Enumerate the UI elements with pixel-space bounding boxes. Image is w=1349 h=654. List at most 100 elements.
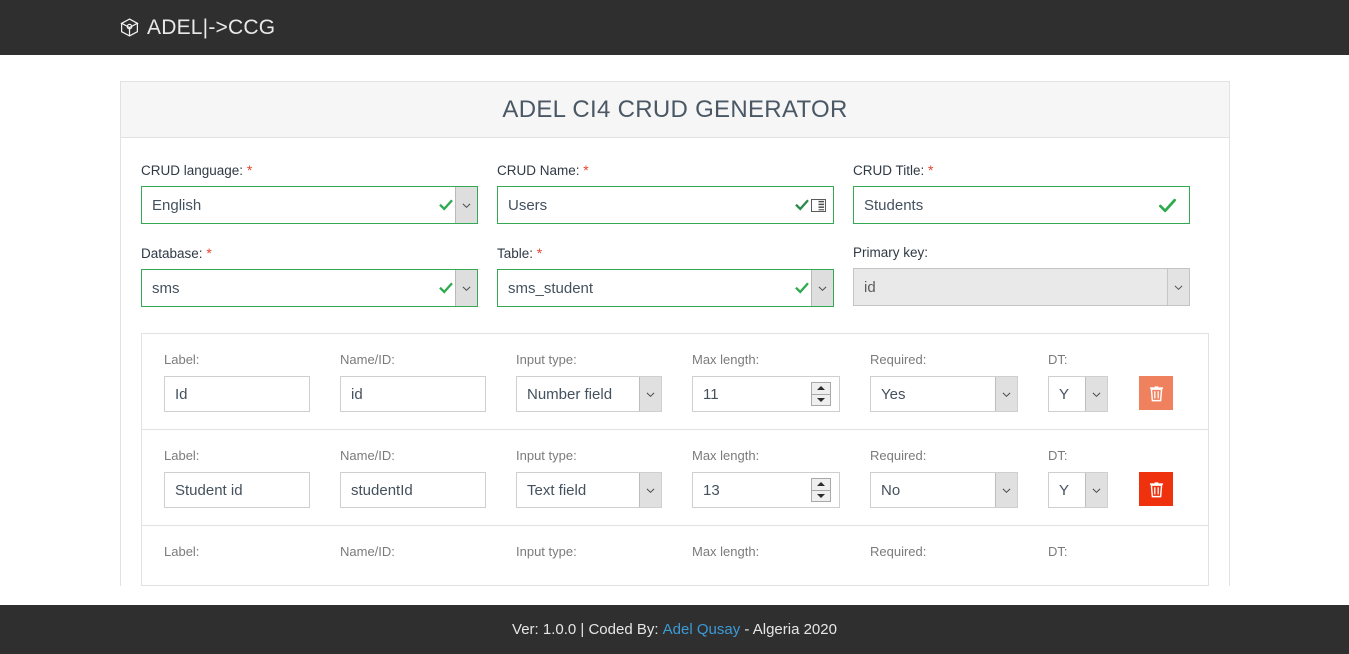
row-label-input[interactable]: Id <box>164 376 310 412</box>
required-marker: * <box>206 245 212 261</box>
col-header-required: Required: <box>870 544 927 559</box>
field-crud-title: CRUD Title: * Students <box>853 162 1209 224</box>
stepper-up-icon[interactable] <box>812 383 830 395</box>
row-nameid-value: studentId <box>351 481 413 499</box>
chevron-down-icon[interactable] <box>639 377 661 411</box>
row-maxlength-value: 11 <box>703 385 719 403</box>
row-maxlength-input[interactable]: 11 <box>692 376 840 412</box>
chevron-down-icon[interactable] <box>811 270 833 306</box>
chevron-down-icon[interactable] <box>455 270 477 306</box>
label-crud-name: CRUD Name: * <box>497 162 589 178</box>
stepper-up-icon[interactable] <box>812 479 830 491</box>
col-header-max-length: Max length: <box>692 352 760 367</box>
col-header-input-type: Input type: <box>516 448 577 463</box>
crud-name-input[interactable]: Users <box>497 186 834 224</box>
col-header-name-id: Name/ID: <box>340 352 395 367</box>
valid-check-icon <box>439 281 453 295</box>
footer-author-link[interactable]: Adel Qusay <box>663 621 741 638</box>
chevron-down-icon[interactable] <box>639 473 661 507</box>
field-definitions-list: Label: Id Name/ID: id Input type: Number… <box>141 333 1209 586</box>
field-inputtype-col: Input type: Number field <box>516 352 692 412</box>
field-required-col: Required: <box>870 544 1048 568</box>
row-label-value: Student id <box>175 481 243 499</box>
field-table: Table: * sms_student <box>497 245 853 307</box>
col-header-required: Required: <box>870 352 927 367</box>
card-header: ADEL CI4 CRUD GENERATOR <box>121 82 1229 138</box>
row-dt-select[interactable]: Y <box>1048 472 1108 508</box>
page-body: ADEL CI4 CRUD GENERATOR CRUD language: *… <box>0 55 1349 654</box>
database-select[interactable]: sms <box>141 269 478 307</box>
required-marker: * <box>928 162 934 178</box>
chevron-down-icon[interactable] <box>455 187 477 223</box>
field-delete-col <box>1139 376 1173 412</box>
col-header-input-type: Input type: <box>516 544 577 559</box>
chevron-down-icon[interactable] <box>995 473 1017 507</box>
row-inputtype-value: Text field <box>527 481 587 499</box>
row-nameid-input[interactable]: studentId <box>340 472 486 508</box>
col-header-label: Label: <box>164 544 200 559</box>
row-maxlength-value: 13 <box>703 481 720 499</box>
chevron-down-icon[interactable] <box>1085 377 1107 411</box>
brand-logo[interactable]: ADEL|->CCG <box>119 16 275 40</box>
col-header-dt: DT: <box>1048 352 1068 367</box>
row-inputtype-select[interactable]: Number field <box>516 376 662 412</box>
row-nameid-input[interactable]: id <box>340 376 486 412</box>
stepper-down-icon[interactable] <box>812 491 830 502</box>
row-required-select[interactable]: Yes <box>870 376 1018 412</box>
required-marker: * <box>246 162 253 178</box>
chevron-down-icon <box>1167 269 1189 305</box>
field-label-col: Label: <box>164 544 340 568</box>
label-crud-title: CRUD Title: * <box>853 162 934 178</box>
field-database: Database: * sms <box>141 245 497 307</box>
crud-title-input[interactable]: Students <box>853 186 1190 224</box>
field-label-col: Label: Student id <box>164 448 340 508</box>
chevron-down-icon[interactable] <box>995 377 1017 411</box>
autofill-list-icon[interactable] <box>811 198 826 212</box>
col-header-max-length: Max length: <box>692 544 760 559</box>
required-marker: * <box>583 162 589 178</box>
field-dt-col: DT: Y <box>1048 352 1122 412</box>
table-row: Label: Id Name/ID: id Input type: Number… <box>141 333 1209 429</box>
delete-row-button[interactable] <box>1139 376 1173 410</box>
row-dt-select[interactable]: Y <box>1048 376 1108 412</box>
valid-check-icon <box>795 281 809 295</box>
field-nameid-col: Name/ID: id <box>340 352 516 412</box>
quantity-stepper[interactable] <box>811 478 831 502</box>
cube-icon <box>119 17 140 38</box>
chevron-down-icon[interactable] <box>1085 473 1107 507</box>
row-required-select[interactable]: No <box>870 472 1018 508</box>
label-table: Table: * <box>497 245 543 261</box>
card-body: CRUD language: * English CRUD Name: * Us… <box>121 138 1229 586</box>
row-required-value: No <box>881 481 901 499</box>
field-nameid-col: Name/ID: studentId <box>340 448 516 508</box>
table-value: sms_student <box>508 279 594 297</box>
field-required-col: Required: No <box>870 448 1048 508</box>
table-row: Label: Student id Name/ID: studentId Inp… <box>141 429 1209 525</box>
stepper-down-icon[interactable] <box>812 395 830 406</box>
brand-text: ADEL|->CCG <box>147 15 276 39</box>
row-nameid-value: id <box>351 385 363 403</box>
row-inputtype-select[interactable]: Text field <box>516 472 662 508</box>
field-maxlength-col: Max length: <box>692 544 870 568</box>
field-crud-language: CRUD language: * English <box>141 162 497 224</box>
crud-language-value: English <box>152 196 202 214</box>
row-label-input[interactable]: Student id <box>164 472 310 508</box>
page-footer: Ver: 1.0.0 | Coded By: Adel Qusay - Alge… <box>0 605 1349 654</box>
primary-key-value: id <box>864 278 876 296</box>
valid-check-icon <box>795 198 809 212</box>
valid-check-icon <box>1158 196 1177 215</box>
crud-generator-card: ADEL CI4 CRUD GENERATOR CRUD language: *… <box>120 81 1230 586</box>
label-database: Database: * <box>141 245 212 261</box>
field-dt-col: DT: <box>1048 544 1122 568</box>
field-delete-col <box>1139 472 1173 508</box>
table-select[interactable]: sms_student <box>497 269 834 307</box>
quantity-stepper[interactable] <box>811 382 831 406</box>
delete-row-button[interactable] <box>1139 472 1173 506</box>
field-maxlength-col: Max length: 11 <box>692 352 870 412</box>
row-maxlength-input[interactable]: 13 <box>692 472 840 508</box>
crud-title-value: Students <box>864 196 924 214</box>
label-primary-key: Primary key: <box>853 245 929 260</box>
field-crud-name: CRUD Name: * Users <box>497 162 853 224</box>
col-header-dt: DT: <box>1048 448 1068 463</box>
crud-language-select[interactable]: English <box>141 186 478 224</box>
